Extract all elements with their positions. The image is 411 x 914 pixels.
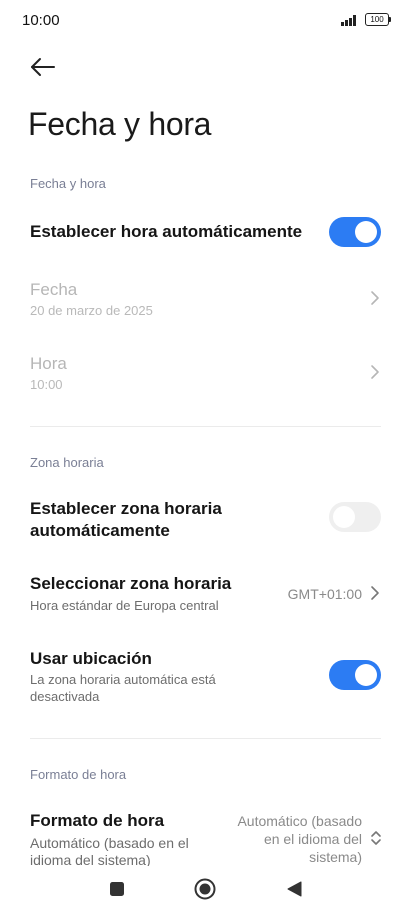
time-format-subtitle-line2: idioma del sistema) bbox=[30, 852, 151, 866]
signal-icon bbox=[341, 14, 356, 26]
auto-zone-toggle[interactable] bbox=[329, 502, 381, 532]
section-label-time-zone: Zona horaria bbox=[30, 455, 104, 470]
auto-zone-label-line2: automáticamente bbox=[30, 521, 170, 540]
auto-time-toggle[interactable] bbox=[329, 217, 381, 247]
select-zone-subtitle: Hora estándar de Europa central bbox=[30, 598, 219, 613]
home-button[interactable] bbox=[194, 878, 216, 900]
nav-back-icon bbox=[287, 881, 302, 897]
nav-back-button[interactable] bbox=[284, 879, 304, 899]
auto-time-label: Establecer hora automáticamente bbox=[30, 222, 303, 241]
time-format-value-line3: sistema) bbox=[309, 849, 362, 865]
time-format-label: Formato de hora bbox=[30, 811, 165, 830]
chevron-right-icon bbox=[371, 291, 379, 305]
chevron-right-icon bbox=[371, 586, 379, 600]
setting-auto-time[interactable]: Establecer hora automáticamente bbox=[0, 208, 411, 258]
setting-use-location[interactable]: Usar ubicación La zona horaria automátic… bbox=[0, 640, 411, 714]
time-format-value-line2: en el idioma del bbox=[263, 831, 362, 847]
date-value: 20 de marzo de 2025 bbox=[30, 303, 153, 318]
setting-date[interactable]: Fecha 20 de marzo de 2025 bbox=[0, 272, 411, 328]
use-location-subtitle-line2: desactivada bbox=[30, 689, 100, 704]
status-time: 10:00 bbox=[22, 12, 60, 29]
setting-select-zone[interactable]: Seleccionar zona horaria Hora estándar d… bbox=[0, 566, 411, 620]
toggle-knob bbox=[355, 664, 377, 686]
use-location-subtitle-line1: La zona horaria automática está bbox=[30, 672, 216, 687]
setting-auto-zone[interactable]: Establecer zona horaria automáticamente bbox=[0, 490, 411, 550]
divider bbox=[30, 738, 381, 739]
chevron-right-icon bbox=[371, 365, 379, 379]
section-label-date-time: Fecha y hora bbox=[30, 176, 106, 191]
chevron-updown-icon bbox=[371, 831, 381, 845]
select-zone-label: Seleccionar zona horaria bbox=[30, 574, 232, 593]
select-zone-value: GMT+01:00 bbox=[287, 586, 362, 602]
recents-button[interactable] bbox=[108, 880, 126, 898]
time-label: Hora bbox=[30, 354, 67, 373]
use-location-toggle[interactable] bbox=[329, 660, 381, 690]
back-button[interactable] bbox=[28, 52, 58, 82]
divider bbox=[30, 426, 381, 427]
time-value: 10:00 bbox=[30, 377, 63, 392]
recents-icon bbox=[110, 882, 124, 896]
home-icon bbox=[194, 878, 216, 900]
use-location-label: Usar ubicación bbox=[30, 649, 152, 668]
section-label-time-format: Formato de hora bbox=[30, 767, 127, 782]
setting-time-format[interactable]: Formato de hora Automático (basado en el… bbox=[0, 800, 411, 866]
date-label: Fecha bbox=[30, 280, 78, 299]
time-format-subtitle-line1: Automático (basado en el bbox=[30, 835, 189, 851]
back-arrow-icon bbox=[31, 58, 55, 76]
status-icons: 100 bbox=[341, 13, 391, 26]
toggle-knob bbox=[333, 506, 355, 528]
setting-time[interactable]: Hora 10:00 bbox=[0, 346, 411, 402]
time-format-value-line1: Automático (basado bbox=[237, 813, 362, 829]
page-title: Fecha y hora bbox=[28, 106, 212, 142]
auto-zone-label-line1: Establecer zona horaria bbox=[30, 499, 222, 518]
toggle-knob bbox=[355, 221, 377, 243]
navigation-bar bbox=[0, 866, 411, 914]
battery-icon: 100 bbox=[365, 13, 391, 26]
